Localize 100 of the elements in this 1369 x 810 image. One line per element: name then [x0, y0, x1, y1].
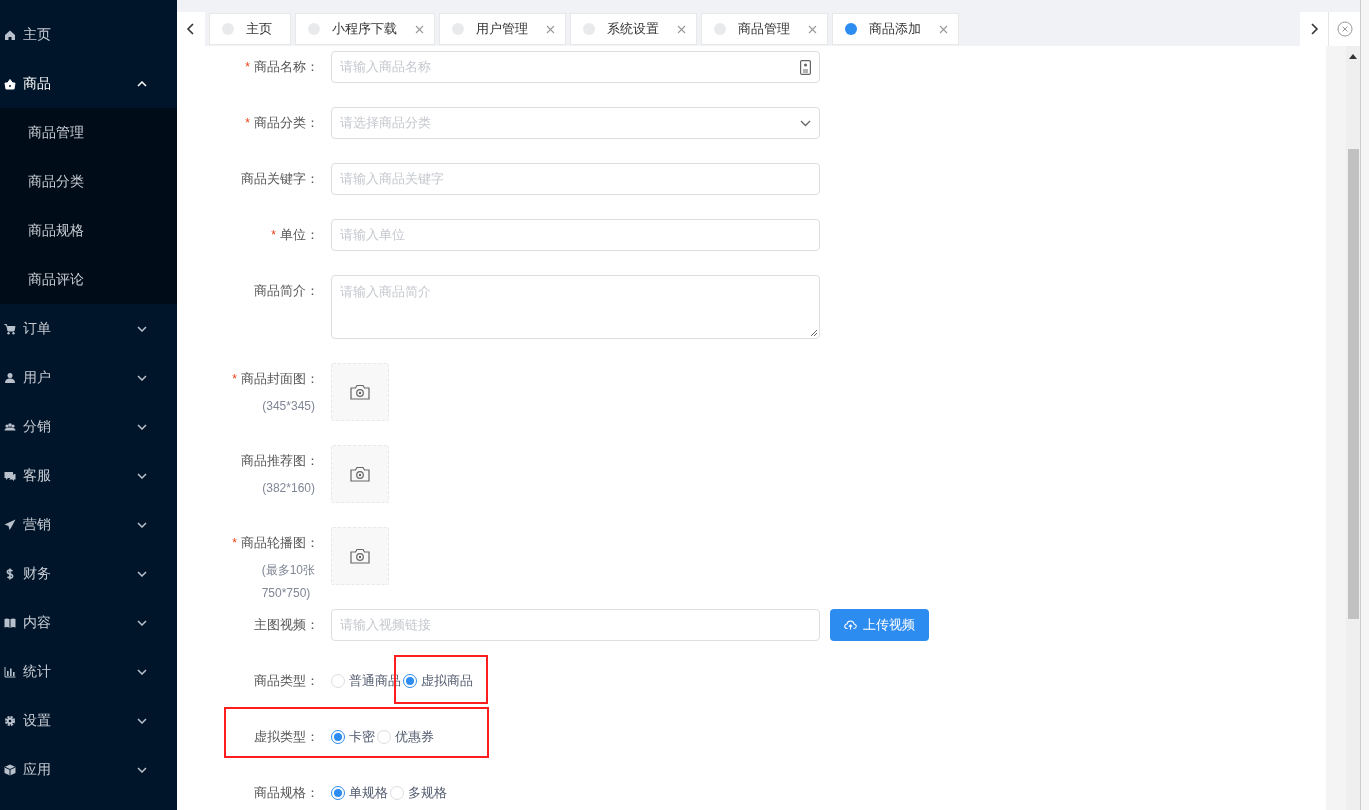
- field-label: 商品封面图：: [241, 370, 319, 389]
- sidebar-item[interactable]: 主页: [0, 10, 177, 59]
- image-upload-box[interactable]: [331, 363, 389, 421]
- tab-label: 主页: [245, 20, 273, 39]
- sidebar-item[interactable]: 用户: [0, 353, 177, 402]
- required-mark: *: [271, 227, 276, 244]
- required-mark: *: [232, 371, 237, 388]
- tab-label: 商品管理: [737, 20, 791, 39]
- close-icon[interactable]: [415, 24, 424, 34]
- submenu-item[interactable]: 商品规格: [0, 206, 177, 255]
- field-label: 商品轮播图：: [241, 534, 319, 553]
- sidebar-item[interactable]: 统计: [0, 647, 177, 696]
- home-icon: [4, 28, 16, 41]
- size-hint: (345*345): [262, 398, 315, 415]
- camera-icon: [350, 384, 370, 400]
- chevron-down-icon: [137, 619, 147, 626]
- tab[interactable]: 主页: [209, 13, 291, 45]
- close-icon[interactable]: [939, 24, 948, 34]
- scrollbar-thumb[interactable]: [1347, 149, 1359, 619]
- field-label: 单位：: [280, 226, 319, 245]
- group-icon: [4, 420, 16, 433]
- radio-option[interactable]: 优惠券: [377, 727, 434, 747]
- chevron-down-icon: [137, 668, 147, 675]
- resize-handle-icon[interactable]: [810, 329, 818, 337]
- tab-label: 小程序下载: [331, 20, 398, 39]
- cart-icon: [4, 322, 16, 335]
- contact-card-icon: [800, 59, 811, 75]
- tab[interactable]: 小程序下载: [295, 13, 435, 45]
- chevron-down-icon: [137, 472, 147, 479]
- required-mark: *: [245, 59, 250, 76]
- chevron-down-icon: [137, 766, 147, 773]
- tab[interactable]: 商品管理: [701, 13, 828, 45]
- chevron-down-icon: [137, 570, 147, 577]
- sidebar-item[interactable]: 客服: [0, 451, 177, 500]
- field-label: 商品简介：: [254, 282, 319, 301]
- size-hint: (382*160): [262, 480, 315, 497]
- size-hint: 750*750): [261, 585, 311, 602]
- chevron-down-icon: [137, 717, 147, 724]
- chat-icon: [4, 469, 16, 482]
- field-label: 主图视频：: [254, 616, 319, 635]
- chevron-left-icon: [186, 22, 196, 36]
- dollar-icon: [4, 567, 16, 580]
- camera-icon: [350, 466, 370, 482]
- submenu-item[interactable]: 商品分类: [0, 157, 177, 206]
- sidebar-item[interactable]: 财务: [0, 549, 177, 598]
- image-upload-box[interactable]: [331, 527, 389, 585]
- scroll-right-button[interactable]: [1300, 12, 1328, 46]
- chevron-down-icon: [137, 374, 147, 381]
- radio-option[interactable]: 单规格: [331, 783, 388, 803]
- bar-chart-icon: [4, 665, 16, 678]
- field-label: 商品名称：: [254, 58, 319, 77]
- close-icon: [1336, 21, 1353, 37]
- close-icon[interactable]: [677, 24, 686, 34]
- sidebar-item[interactable]: 应用: [0, 745, 177, 794]
- tab[interactable]: 商品添加: [832, 13, 959, 45]
- chevron-down-icon: [800, 119, 811, 127]
- close-all-button[interactable]: [1328, 12, 1360, 46]
- chevron-right-icon: [1309, 22, 1319, 36]
- tab[interactable]: 系统设置: [570, 13, 697, 45]
- chevron-down-icon: [137, 423, 147, 430]
- tab[interactable]: 用户管理: [439, 13, 566, 45]
- sidebar-item[interactable]: 商品: [0, 59, 177, 108]
- image-upload-box[interactable]: [331, 445, 389, 503]
- submenu-item[interactable]: 商品评论: [0, 255, 177, 304]
- field-label: 商品推荐图：: [241, 452, 319, 471]
- radio-option[interactable]: 虚拟商品: [403, 671, 473, 691]
- scroll-left-button[interactable]: [177, 12, 205, 46]
- settings-icon: [4, 714, 16, 727]
- user-icon: [4, 371, 16, 384]
- size-hint: (最多10张: [261, 562, 315, 579]
- close-icon[interactable]: [546, 24, 555, 34]
- scrollbar[interactable]: [1346, 46, 1360, 810]
- field-label: 商品规格：: [254, 784, 319, 803]
- cube-icon: [4, 763, 16, 776]
- sidebar-item[interactable]: 订单: [0, 304, 177, 353]
- required-mark: *: [245, 115, 250, 132]
- tab-label: 商品添加: [868, 20, 922, 39]
- submenu-item[interactable]: 商品管理: [0, 108, 177, 157]
- book-icon: [4, 616, 16, 629]
- tab-label: 用户管理: [475, 20, 529, 39]
- field-label: 商品类型：: [254, 672, 319, 691]
- scroll-up-icon: [1349, 54, 1357, 59]
- chevron-down-icon: [137, 325, 147, 332]
- basket-icon: [4, 77, 16, 90]
- radio-option[interactable]: 多规格: [390, 783, 447, 803]
- cloud-upload-icon: [844, 620, 857, 630]
- field-label: 虚拟类型：: [254, 728, 319, 747]
- field-label: 商品关键字：: [241, 170, 319, 189]
- sidebar-item[interactable]: 营销: [0, 500, 177, 549]
- required-mark: *: [232, 535, 237, 552]
- chevron-down-icon: [137, 521, 147, 528]
- paper-plane-icon: [4, 518, 16, 531]
- camera-icon: [350, 548, 370, 564]
- radio-option[interactable]: 卡密: [331, 727, 375, 747]
- sidebar-item[interactable]: 内容: [0, 598, 177, 647]
- close-icon[interactable]: [808, 24, 817, 34]
- sidebar-item[interactable]: 分销: [0, 402, 177, 451]
- tab-label: 系统设置: [606, 20, 660, 39]
- field-label: 商品分类：: [254, 114, 319, 133]
- sidebar-item[interactable]: 设置: [0, 696, 177, 745]
